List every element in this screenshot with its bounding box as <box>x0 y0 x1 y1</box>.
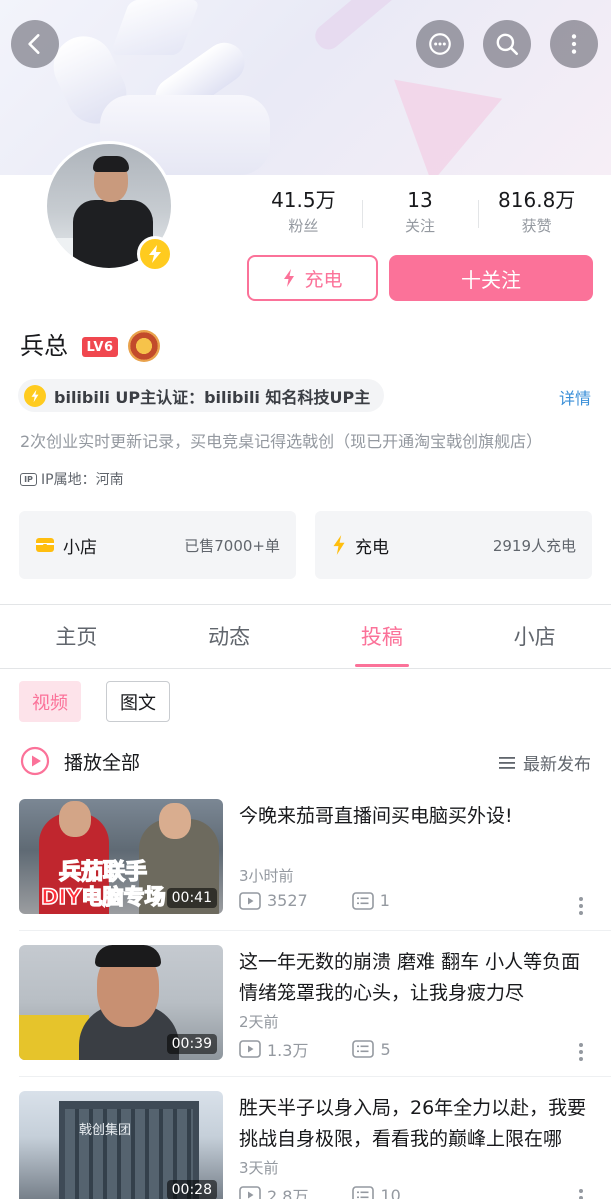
list-separator <box>19 930 611 931</box>
charge-card-label: 充电 <box>355 537 389 558</box>
comment-count: 10 <box>380 1185 401 1199</box>
follow-button[interactable]: 十关注 <box>389 255 593 301</box>
list-separator <box>19 1076 611 1077</box>
tab-dynamic[interactable]: 动态 <box>153 605 306 668</box>
stat-value: 13 <box>407 188 433 212</box>
lightning-icon <box>284 269 295 287</box>
video-more-icon[interactable] <box>573 893 589 919</box>
video-title[interactable]: 胜天半子以身入局，26年全力以赴，我要挑战自身极限，看看我的巅峰上限在哪 <box>239 1093 594 1155</box>
follow-button-label: 十关注 <box>461 267 521 292</box>
stat-label: 获赞 <box>521 217 552 235</box>
charge-button-label: 充电 <box>304 268 343 291</box>
play-all-label: 播放全部 <box>64 751 141 774</box>
comment-count: 5 <box>380 1039 391 1059</box>
stat-likes[interactable]: 816.8万 获赞 <box>478 186 595 242</box>
video-meta: 2.8万 10 <box>239 1183 401 1199</box>
video-duration: 00:41 <box>166 888 217 908</box>
video-meta: 1.3万 5 <box>239 1037 391 1061</box>
shop-icon <box>36 538 54 552</box>
video-time: 3小时前 <box>239 867 294 885</box>
building-sign-text: 戟创集团 <box>79 1123 132 1138</box>
charge-card-value: 2919人充电 <box>492 536 576 555</box>
stat-label: 粉丝 <box>288 217 319 235</box>
filter-chip-video[interactable]: 视频 <box>19 681 81 722</box>
filter-chip-article[interactable]: 图文 <box>106 681 170 722</box>
message-button[interactable] <box>416 20 464 68</box>
ip-location: IP IP属地：河南 <box>20 469 124 489</box>
play-all-button[interactable]: 播放全部 <box>20 746 140 776</box>
more-options-button[interactable] <box>550 20 598 68</box>
play-count-icon <box>239 1186 261 1199</box>
tab-home[interactable]: 主页 <box>0 605 153 668</box>
stat-value: 41.5万 <box>271 188 336 212</box>
search-button[interactable] <box>483 20 531 68</box>
video-thumbnail[interactable]: 戟创集团 00:28 <box>19 1091 223 1199</box>
shop-card[interactable]: 小店 已售7000+单 <box>19 511 296 579</box>
back-arrow-icon <box>28 34 40 54</box>
verification-pill[interactable]: bilibili UP主认证：bilibili 知名科技UP主 <box>18 379 385 412</box>
more-vertical-icon <box>571 34 577 54</box>
medal-icon[interactable] <box>128 330 160 362</box>
verification-text: bilibili UP主认证：bilibili 知名科技UP主 <box>54 387 371 407</box>
ip-icon: IP <box>20 472 37 486</box>
video-thumbnail[interactable]: 兵茄联手 DIY电脑专场 00:41 <box>19 799 223 914</box>
detail-link[interactable]: 详情 <box>559 385 591 409</box>
video-thumbnail[interactable]: 00:39 <box>19 945 223 1060</box>
comment-count-icon <box>351 891 374 910</box>
profile-signature[interactable]: 2次创业实时更新记录，买电竞桌记得选戟创（现已开通淘宝戟创旗舰店） <box>20 428 595 452</box>
play-count-icon <box>239 1040 261 1058</box>
tab-shop[interactable]: 小店 <box>458 605 611 668</box>
play-count: 2.8万 <box>267 1187 309 1199</box>
play-count: 1.3万 <box>267 1041 309 1060</box>
sort-label: 最新发布 <box>523 755 591 775</box>
video-time: 2天前 <box>239 1013 279 1031</box>
video-meta: 3527 1 <box>239 891 390 910</box>
video-item[interactable]: 兵茄联手 DIY电脑专场 00:41 今晚来茄哥直播间买电脑买外设! 3小时前 … <box>0 799 611 945</box>
charge-badge-icon <box>137 236 173 272</box>
profile-tabs: 主页 动态 投稿 小店 <box>0 605 611 669</box>
thumbnail-overlay-text: DIY电脑专场 <box>40 884 166 910</box>
video-more-icon[interactable] <box>573 1185 589 1199</box>
video-title[interactable]: 这一年无数的崩溃 磨难 翻车 小人等负面情绪笼罩我的心头，让我身疲力尽 <box>239 947 594 1009</box>
video-time: 3天前 <box>239 1159 279 1177</box>
lightning-icon <box>333 535 345 555</box>
level-badge: LV6 <box>82 337 118 357</box>
video-item[interactable]: 00:39 这一年无数的崩溃 磨难 翻车 小人等负面情绪笼罩我的心头，让我身疲力… <box>0 945 611 1091</box>
video-more-icon[interactable] <box>573 1039 589 1065</box>
chat-bubble-icon <box>429 33 451 55</box>
ip-text: IP属地：河南 <box>41 472 124 488</box>
banner-decoration <box>109 0 201 55</box>
shop-card-value: 已售7000+单 <box>184 536 280 555</box>
play-circle-icon <box>20 746 50 776</box>
charge-card[interactable]: 充电 2919人充电 <box>315 511 592 579</box>
stat-fans[interactable]: 41.5万 粉丝 <box>245 186 362 242</box>
stat-following[interactable]: 13 关注 <box>361 186 479 242</box>
back-button[interactable] <box>11 20 59 68</box>
verified-lightning-icon <box>24 384 46 407</box>
stat-value: 816.8万 <box>498 188 576 212</box>
play-count: 3527 <box>267 891 308 910</box>
comment-count-icon <box>352 1186 375 1199</box>
tab-uploads[interactable]: 投稿 <box>306 605 459 668</box>
video-item[interactable]: 戟创集团 00:28 胜天半子以身入局，26年全力以赴，我要挑战自身极限，看看我… <box>0 1091 611 1199</box>
charge-button[interactable]: 充电 <box>247 255 378 301</box>
sort-button[interactable]: 最新发布 <box>499 750 591 775</box>
video-duration: 00:39 <box>166 1034 217 1054</box>
profile-stats: 41.5万 粉丝 13 关注 816.8万 获赞 <box>245 186 595 242</box>
play-count-icon <box>239 891 261 910</box>
profile-name: 兵总 <box>20 332 68 360</box>
comment-count-icon <box>352 1040 375 1058</box>
stat-label: 关注 <box>405 217 436 235</box>
shop-card-label: 小店 <box>63 537 97 558</box>
comment-count: 1 <box>379 891 390 910</box>
video-duration: 00:28 <box>166 1180 217 1199</box>
sort-list-icon <box>499 756 515 769</box>
search-icon <box>496 33 519 56</box>
video-title[interactable]: 今晚来茄哥直播间买电脑买外设! <box>239 801 594 832</box>
